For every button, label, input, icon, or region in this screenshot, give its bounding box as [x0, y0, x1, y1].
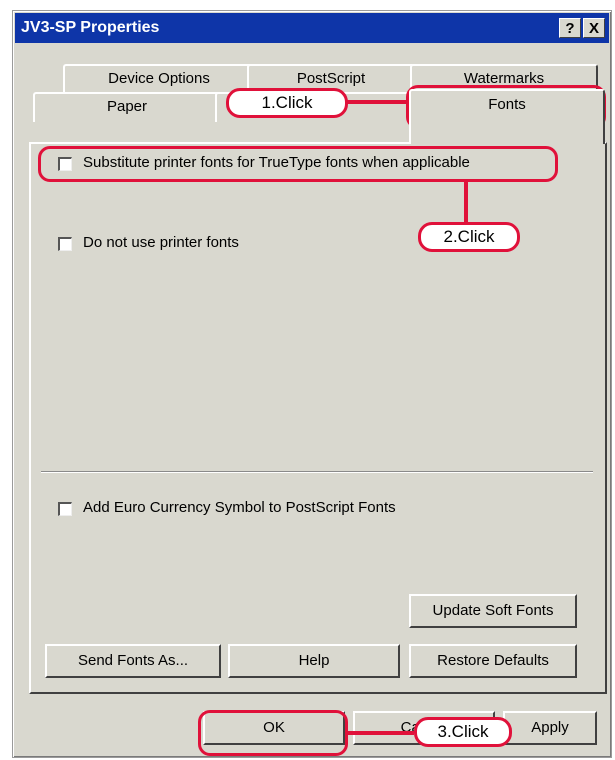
tab-fonts[interactable]: Fonts [409, 89, 605, 144]
apply-button[interactable]: Apply [503, 711, 597, 745]
step1-connector [346, 100, 408, 104]
step1-callout: 1.Click [226, 88, 348, 118]
substitute-fonts-label[interactable]: Substitute printer fonts for TrueType fo… [83, 154, 470, 171]
tab-paper[interactable]: Paper [33, 92, 221, 122]
ok-button[interactable]: OK [203, 711, 345, 745]
step3-connector [346, 731, 414, 735]
do-not-use-printer-fonts-checkbox[interactable] [58, 237, 72, 251]
step3-callout: 3.Click [414, 717, 512, 747]
properties-dialog: JV3-SP Properties ? X Device Options Pos… [12, 10, 612, 758]
euro-symbol-label[interactable]: Add Euro Currency Symbol to PostScript F… [83, 499, 396, 516]
window-title: JV3-SP Properties [21, 19, 160, 36]
step2-callout: 2.Click [418, 222, 520, 252]
step2-connector [464, 182, 468, 222]
help-button[interactable]: Help [228, 644, 400, 678]
restore-defaults-button[interactable]: Restore Defaults [409, 644, 577, 678]
tab-watermarks[interactable]: Watermarks [410, 64, 598, 92]
separator [41, 471, 593, 473]
close-icon[interactable]: X [583, 18, 605, 38]
update-soft-fonts-button[interactable]: Update Soft Fonts [409, 594, 577, 628]
substitute-fonts-checkbox[interactable] [58, 157, 72, 171]
send-fonts-as-button[interactable]: Send Fonts As... [45, 644, 221, 678]
tab-device-options[interactable]: Device Options [63, 64, 255, 92]
help-icon[interactable]: ? [559, 18, 581, 38]
do-not-use-printer-fonts-label[interactable]: Do not use printer fonts [83, 234, 239, 251]
title-bar[interactable]: JV3-SP Properties ? X [15, 13, 609, 43]
euro-symbol-checkbox[interactable] [58, 502, 72, 516]
